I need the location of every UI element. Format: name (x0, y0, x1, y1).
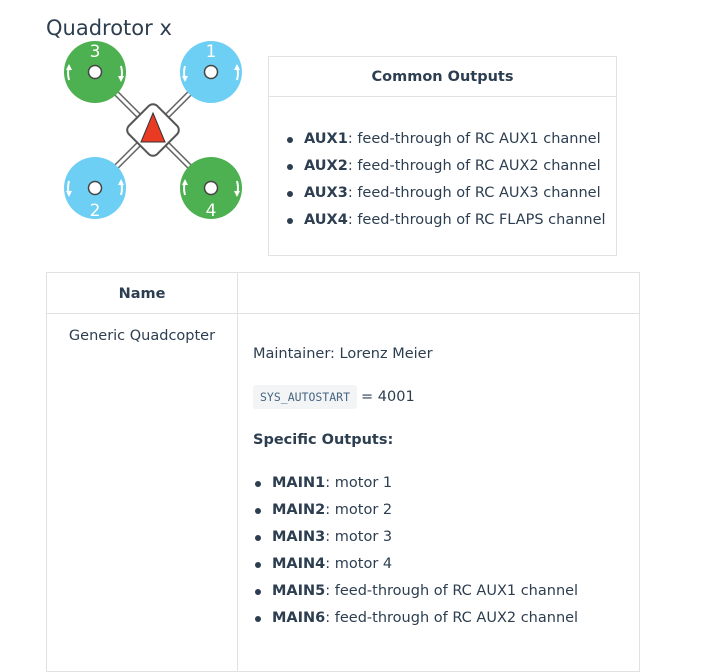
list-item: MAIN6: feed-through of RC AUX2 channel (253, 605, 578, 632)
param-code: SYS_AUTOSTART (253, 385, 358, 409)
motor-2: 2 (64, 157, 126, 221)
airframes-table: Name Generic Quadcopter Maintainer: Lore… (46, 272, 640, 672)
list-item: MAIN1: motor 1 (253, 470, 578, 497)
common-outputs-header: Common Outputs (269, 57, 616, 97)
list-item: AUX4: feed-through of RC FLAPS channel (285, 207, 606, 234)
common-outputs-table: Common Outputs AUX1: feed-through of RC … (268, 56, 617, 256)
quadrotor-x-diagram: 3 1 2 4 (64, 41, 242, 221)
motor-3-label: 3 (90, 42, 101, 62)
list-item: AUX1: feed-through of RC AUX1 channel (285, 126, 606, 153)
motor-2-label: 2 (90, 201, 101, 221)
motor-1-label: 1 (206, 42, 217, 62)
list-item: MAIN3: motor 3 (253, 524, 578, 551)
motor-3: 3 (64, 41, 126, 103)
column-header-name: Name (118, 286, 166, 302)
list-item: MAIN5: feed-through of RC AUX1 channel (253, 578, 578, 605)
list-item: MAIN4: motor 4 (253, 551, 578, 578)
list-item: AUX3: feed-through of RC AUX3 channel (285, 180, 606, 207)
header-divider (47, 313, 639, 314)
specific-outputs-list: MAIN1: motor 1 MAIN2: motor 2 MAIN3: mot… (253, 470, 578, 632)
list-item: MAIN2: motor 2 (253, 497, 578, 524)
autostart-param: SYS_AUTOSTART = 4001 (253, 385, 415, 409)
maintainer-text: Maintainer: Lorenz Meier (253, 346, 433, 362)
airframe-name-cell: Generic Quadcopter (68, 328, 216, 344)
column-divider (237, 273, 238, 671)
motor-4: 4 (180, 157, 242, 221)
param-value: = 4001 (361, 389, 415, 405)
common-outputs-list: AUX1: feed-through of RC AUX1 channel AU… (285, 126, 606, 234)
motor-4-label: 4 (206, 201, 217, 221)
motor-1: 1 (180, 41, 242, 103)
specific-outputs-heading: Specific Outputs: (253, 432, 394, 448)
list-item: AUX2: feed-through of RC AUX2 channel (285, 153, 606, 180)
